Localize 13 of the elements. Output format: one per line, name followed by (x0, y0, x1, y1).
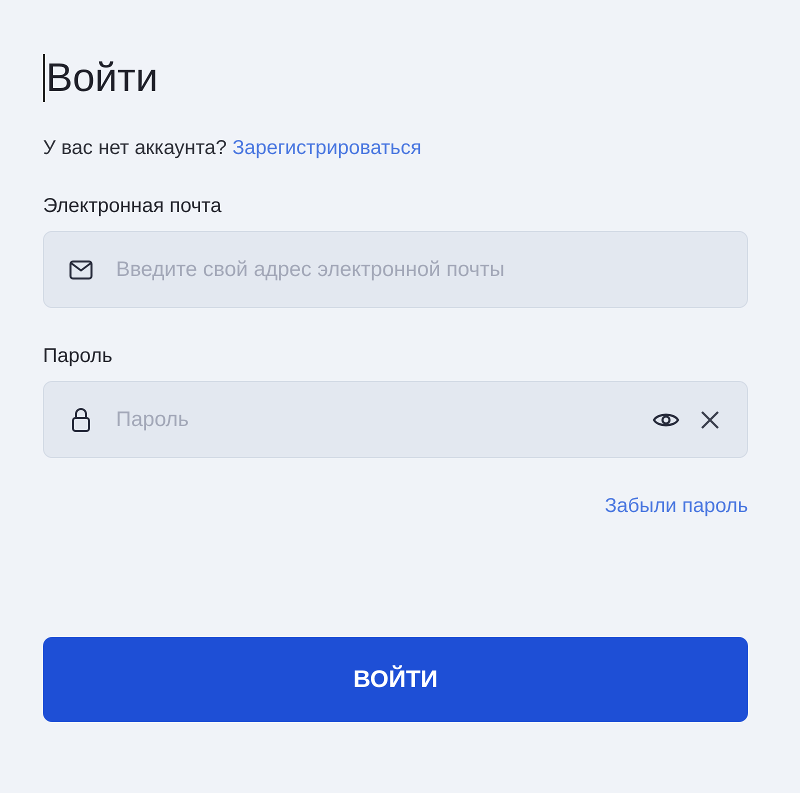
login-button[interactable]: ВОЙТИ (43, 637, 748, 722)
input-field[interactable]: Введите свой адрес электронной почты (43, 231, 748, 308)
signup-link[interactable]: Зарегистрироваться (232, 137, 422, 159)
forgot-password-link[interactable]: Забыли пароль (604, 493, 748, 519)
input-field[interactable]: Пароль (43, 381, 748, 458)
lock-icon (71, 406, 91, 432)
signup-prompt: У вас нет аккаунта? Зарегистрироваться (43, 136, 422, 161)
field-label: Пароль (43, 344, 114, 369)
mail-icon (69, 260, 93, 280)
text-cursor (43, 54, 45, 102)
field-label: Электронная почта (43, 194, 222, 219)
page-title: Войти (46, 55, 158, 102)
clear-button[interactable] (700, 410, 720, 430)
